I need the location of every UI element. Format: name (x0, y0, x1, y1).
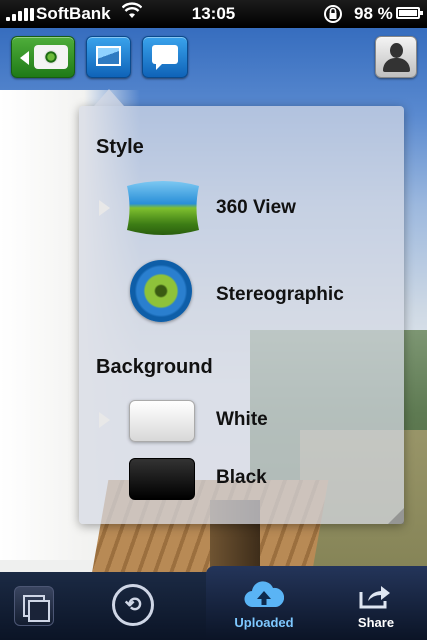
profile-button[interactable] (375, 36, 417, 78)
selected-indicator-icon (99, 200, 110, 216)
white-swatch (129, 400, 195, 442)
popover-corner (388, 508, 404, 524)
status-bar: SoftBank 13:05 98 % (0, 0, 427, 28)
tab-label: Share (357, 615, 395, 630)
image-icon (96, 46, 121, 66)
style-section-title: Style (96, 136, 144, 158)
battery-icon (396, 7, 423, 19)
background-option-black[interactable]: Black (79, 448, 404, 508)
rotate-icon: ⟲ (112, 584, 154, 626)
tab-share[interactable]: Share (344, 572, 408, 640)
tab-bar: ⟲ Uploaded Share (0, 566, 427, 640)
option-label: Stereographic (216, 284, 344, 305)
tab-uploaded[interactable]: Uploaded (222, 572, 306, 640)
style-popover: Style 360 View Stereographic Background … (79, 89, 404, 524)
share-icon (359, 586, 390, 609)
person-icon (390, 43, 403, 58)
cloud-upload-icon (244, 581, 284, 608)
selected-indicator-icon (99, 412, 110, 428)
style-option-360-view[interactable]: 360 View (79, 178, 404, 238)
camera-icon (34, 45, 68, 69)
rotation-lock-icon (322, 3, 344, 30)
option-label: Black (216, 467, 267, 488)
stereographic-icon (130, 260, 192, 322)
black-swatch (129, 458, 195, 500)
battery-percentage: 98 % (354, 4, 393, 23)
chat-bubble-icon (152, 45, 178, 70)
tab-label: Uploaded (234, 615, 294, 630)
duplicate-icon (14, 586, 54, 626)
option-label: 360 View (216, 197, 296, 218)
rotate-button[interactable]: ⟲ (104, 572, 164, 640)
comment-button[interactable] (142, 36, 188, 78)
style-option-stereographic[interactable]: Stereographic (79, 260, 404, 322)
back-arrow-icon (20, 51, 29, 65)
background-section-title: Background (96, 356, 213, 378)
camera-button[interactable] (11, 36, 75, 78)
option-label: White (216, 409, 268, 430)
panorama-360-icon (127, 181, 199, 235)
popover-pointer (94, 89, 124, 106)
image-style-button[interactable] (86, 36, 131, 78)
background-option-white[interactable]: White (79, 390, 404, 450)
duplicate-button[interactable] (10, 572, 62, 640)
